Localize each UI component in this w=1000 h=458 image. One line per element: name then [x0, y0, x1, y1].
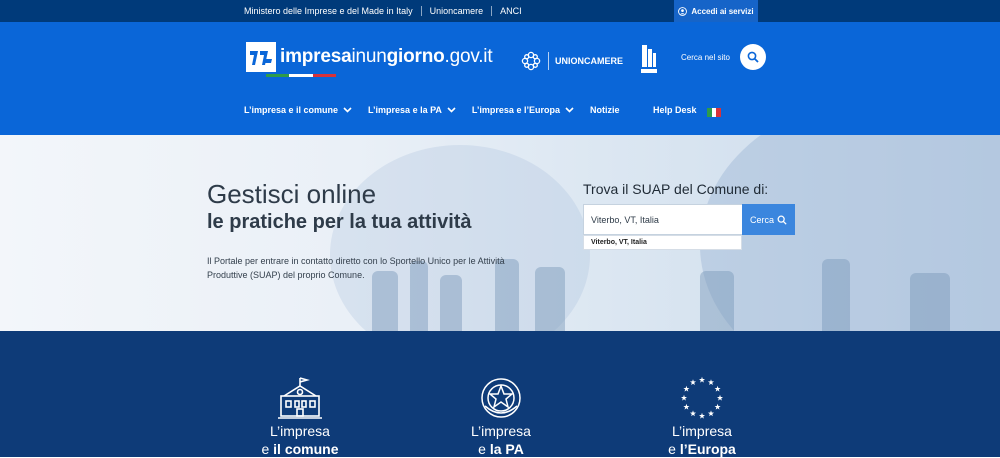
card-title-light: L’impresa — [672, 423, 732, 439]
chevron-down-icon — [565, 107, 574, 113]
eu-star-icon — [707, 410, 715, 417]
hero-bg-figure — [440, 275, 462, 331]
eu-star-icon — [714, 403, 721, 410]
logo-divider — [548, 52, 549, 70]
search-button[interactable] — [739, 44, 766, 70]
suap-search-label: Trova il SUAP del Comune di: — [583, 181, 769, 197]
eu-star-icon — [707, 379, 715, 385]
top-bar: Ministero delle Imprese e del Made in It… — [0, 0, 1000, 22]
town-hall-icon — [278, 377, 322, 419]
eu-star-icon — [680, 394, 688, 401]
link-ministero[interactable]: Ministero delle Imprese e del Made in It… — [244, 6, 421, 16]
main-nav: L’impresa e il comune L’impresa e la PA … — [244, 105, 619, 115]
nav-label: L’impresa e l’Europa — [471, 105, 560, 115]
site-header: impresainungiorno.gov.it UNIONCAMERE Cer… — [0, 22, 1000, 135]
anci-logo-icon[interactable] — [640, 43, 658, 75]
link-unioncamere[interactable]: Unioncamere — [420, 6, 492, 16]
hero-title-line1: Gestisci online — [207, 179, 377, 209]
suap-suggestion-item[interactable]: Viterbo, VT, Italia — [583, 235, 742, 250]
logo-mark-icon — [246, 42, 276, 72]
card-impresa-pa[interactable]: L’impresa e la PA — [431, 375, 571, 458]
hero-description: Il Portale per entrare in contatto diret… — [207, 256, 505, 280]
chevron-down-icon — [447, 107, 456, 113]
user-icon — [678, 6, 688, 16]
nav-impresa-pa[interactable]: L’impresa e la PA — [368, 105, 456, 115]
hero-bg-figure — [535, 267, 565, 331]
nav-notizie[interactable]: Notizie — [590, 105, 620, 115]
search-icon — [777, 215, 787, 225]
unioncamere-label: UNIONCAMERE — [555, 56, 624, 66]
sections-band: L’impresa e il comune L’impresa e la PA … — [0, 331, 1000, 457]
institutional-links: Ministero delle Imprese e del Made in It… — [244, 0, 530, 22]
link-anci[interactable]: ANCI — [491, 6, 530, 16]
card-title-bold: e il comune — [261, 441, 339, 457]
nav-label: L’impresa e la PA — [368, 105, 442, 115]
eu-star-icon — [698, 412, 706, 419]
site-search: Cerca nel sito — [681, 44, 766, 70]
hero-title: Gestisci online le pratiche per la tua a… — [207, 179, 472, 235]
eu-star-icon — [716, 394, 724, 401]
access-services-button[interactable]: Accedi ai servizi — [674, 0, 758, 22]
card-title-bold: e l’Europa — [668, 441, 736, 457]
eu-star-icon — [689, 410, 697, 417]
nav-impresa-europa[interactable]: L’impresa e l’Europa — [472, 105, 574, 115]
eu-stars-icon — [680, 376, 724, 419]
card-title-light: L’impresa — [471, 423, 531, 439]
italian-flag-icon[interactable] — [707, 108, 722, 117]
nav-label: Notizie — [589, 105, 620, 115]
access-services-label: Accedi ai servizi — [691, 6, 754, 16]
nav-label: L’impresa e il comune — [244, 105, 339, 115]
eu-star-icon — [683, 403, 690, 410]
italian-emblem-icon — [481, 378, 521, 418]
unioncamere-mark-icon — [521, 51, 541, 71]
card-title-bold: e la PA — [478, 441, 524, 457]
search-label: Cerca nel sito — [681, 52, 730, 62]
suap-search-button[interactable]: Cerca — [742, 204, 795, 235]
eu-star-icon — [698, 376, 706, 383]
logo-text: impresainungiorno.gov.it — [280, 46, 493, 67]
card-impresa-comune[interactable]: L’impresa e il comune — [230, 375, 370, 458]
suap-search-button-label: Cerca — [749, 214, 774, 225]
help-desk-link[interactable]: Help Desk — [653, 105, 697, 115]
logo-flag-stripe — [266, 74, 336, 77]
nav-impresa-comune[interactable]: L’impresa e il comune — [244, 105, 352, 115]
hero-bg-figure — [910, 273, 950, 331]
hero-section: Gestisci online le pratiche per la tua a… — [0, 135, 1000, 331]
search-icon — [747, 51, 759, 63]
card-title-light: L’impresa — [270, 423, 330, 439]
suap-comune-input[interactable]: Viterbo, VT, Italia — [583, 204, 743, 235]
site-logo[interactable]: impresainungiorno.gov.it — [246, 42, 493, 77]
chevron-down-icon — [343, 107, 352, 113]
eu-star-icon — [714, 385, 721, 392]
hero-bg-figure — [822, 259, 850, 331]
eu-star-icon — [683, 385, 690, 392]
unioncamere-logo[interactable]: UNIONCAMERE — [520, 50, 623, 72]
card-impresa-europa[interactable]: L’impresa e l’Europa — [632, 375, 772, 458]
eu-star-icon — [689, 379, 697, 385]
hero-title-line2: le pratiche per la tua attività — [207, 211, 472, 233]
hero-bg-figure — [700, 271, 734, 331]
